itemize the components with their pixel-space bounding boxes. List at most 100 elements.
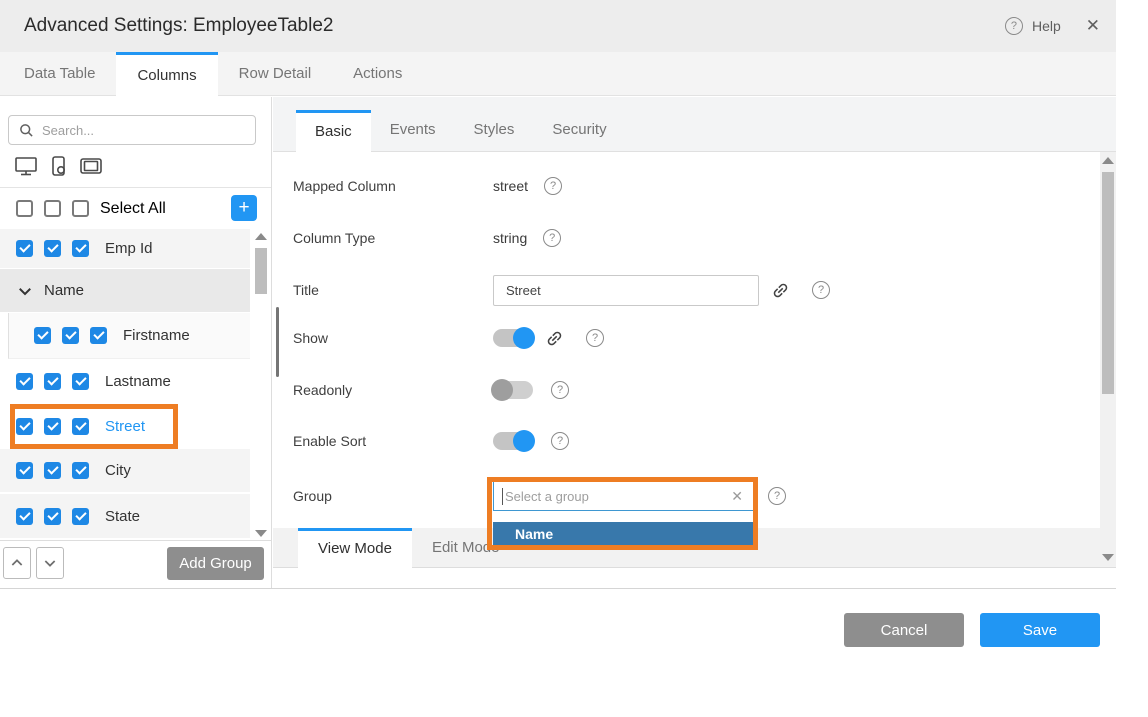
scroll-down-arrow[interactable] — [255, 530, 267, 537]
checkbox-tablet[interactable] — [72, 240, 89, 257]
tablet-icon[interactable] — [79, 156, 103, 176]
field-label: Show — [273, 330, 493, 346]
checkbox-desktop[interactable] — [34, 327, 51, 344]
column-row-firstname[interactable]: Firstname — [8, 313, 250, 359]
checkbox-mobile[interactable] — [44, 373, 61, 390]
tab-events[interactable]: Events — [371, 109, 455, 151]
mobile-icon[interactable] — [50, 155, 67, 177]
toggle-knob — [513, 430, 535, 452]
link-icon[interactable] — [545, 329, 564, 348]
enable-sort-toggle[interactable] — [493, 432, 533, 450]
checkbox-mobile[interactable] — [44, 508, 61, 525]
group-placeholder: Select a group — [505, 489, 589, 504]
checkbox-mobile[interactable] — [44, 462, 61, 479]
scrollbar-thumb[interactable] — [255, 248, 267, 294]
select-all-checkbox-tablet[interactable] — [72, 200, 89, 217]
field-label: Mapped Column — [273, 178, 493, 194]
move-down-button[interactable] — [36, 547, 64, 579]
select-all-checkbox-mobile[interactable] — [44, 200, 61, 217]
column-list: Emp Id Name Firstname — [0, 229, 250, 538]
help-icon[interactable]: ? — [768, 487, 786, 505]
checkbox-tablet[interactable] — [90, 327, 107, 344]
column-label: Street — [105, 418, 145, 435]
help-icon[interactable]: ? — [544, 177, 562, 195]
checkbox-mobile[interactable] — [44, 418, 61, 435]
columns-sidebar: Select All + Emp Id Name — [0, 97, 272, 588]
tab-row-detail[interactable]: Row Detail — [218, 52, 333, 96]
help-icon[interactable]: ? — [586, 329, 604, 347]
help-icon[interactable]: ? — [812, 281, 830, 299]
panel-drag-handle[interactable] — [276, 307, 279, 377]
column-type-value: string — [493, 230, 527, 246]
tab-data-table[interactable]: Data Table — [3, 52, 116, 96]
column-settings-panel: Basic Events Styles Security Mapped Colu… — [273, 97, 1116, 588]
field-label: Readonly — [273, 382, 493, 398]
clear-icon[interactable]: ✕ — [731, 488, 743, 505]
tab-actions[interactable]: Actions — [332, 52, 423, 96]
save-button[interactable]: Save — [980, 613, 1100, 647]
text-caret — [502, 488, 503, 505]
checkbox-desktop[interactable] — [16, 373, 33, 390]
help-icon[interactable]: ? — [1005, 17, 1023, 35]
checkbox-desktop[interactable] — [16, 508, 33, 525]
column-label: Firstname — [123, 327, 190, 344]
checkbox-desktop[interactable] — [16, 240, 33, 257]
sidebar-footer: Add Group — [0, 540, 271, 588]
group-option-name[interactable]: Name — [493, 522, 754, 546]
scrollbar-thumb[interactable] — [1102, 172, 1114, 394]
search-box[interactable] — [8, 115, 256, 145]
help-icon[interactable]: ? — [543, 229, 561, 247]
help-icon[interactable]: ? — [551, 432, 569, 450]
link-icon[interactable] — [771, 281, 790, 300]
add-group-button[interactable]: Add Group — [167, 547, 264, 580]
field-enable-sort: Enable Sort ? — [273, 425, 569, 457]
scroll-up-arrow[interactable] — [255, 233, 267, 240]
show-toggle[interactable] — [493, 329, 533, 347]
title-input[interactable] — [493, 275, 759, 306]
tab-columns[interactable]: Columns — [116, 52, 217, 96]
field-label: Column Type — [273, 230, 493, 246]
column-row-state[interactable]: State — [0, 494, 250, 538]
column-label: State — [105, 508, 140, 525]
chevron-down-icon[interactable] — [16, 282, 34, 300]
tab-view-mode[interactable]: View Mode — [298, 528, 412, 568]
device-toggle-row — [14, 155, 103, 177]
close-icon[interactable]: ✕ — [1086, 16, 1100, 36]
checkbox-tablet[interactable] — [72, 373, 89, 390]
field-readonly: Readonly ? — [273, 374, 569, 406]
scroll-up-arrow[interactable] — [1102, 157, 1114, 164]
checkbox-desktop[interactable] — [16, 462, 33, 479]
readonly-toggle[interactable] — [493, 381, 533, 399]
column-row-lastname[interactable]: Lastname — [0, 359, 250, 404]
column-label: Emp Id — [105, 240, 153, 257]
tab-security[interactable]: Security — [533, 109, 625, 151]
checkbox-mobile[interactable] — [62, 327, 79, 344]
checkbox-tablet[interactable] — [72, 508, 89, 525]
column-row-emp-id[interactable]: Emp Id — [0, 229, 250, 269]
checkbox-tablet[interactable] — [72, 462, 89, 479]
checkbox-desktop[interactable] — [16, 418, 33, 435]
mapped-column-value: street — [493, 178, 528, 194]
panel-scrollbar[interactable] — [1100, 152, 1116, 566]
desktop-icon[interactable] — [14, 155, 38, 177]
help-icon[interactable]: ? — [551, 381, 569, 399]
add-column-button[interactable]: + — [231, 195, 257, 221]
checkbox-mobile[interactable] — [44, 240, 61, 257]
column-row-city[interactable]: City — [0, 449, 250, 494]
column-row-street[interactable]: Street — [0, 404, 250, 449]
field-mapped-column: Mapped Column street ? — [273, 170, 562, 202]
tab-styles[interactable]: Styles — [455, 109, 534, 151]
cancel-button[interactable]: Cancel — [844, 613, 964, 647]
tab-basic[interactable]: Basic — [296, 110, 371, 152]
move-up-button[interactable] — [3, 547, 31, 579]
help-button[interactable]: Help — [1032, 18, 1061, 34]
column-group-name[interactable]: Name — [0, 269, 250, 313]
dialog-header: Advanced Settings: EmployeeTable2 ? Help… — [0, 0, 1116, 52]
search-input[interactable] — [42, 123, 222, 138]
scroll-down-arrow[interactable] — [1102, 554, 1114, 561]
sidebar-scrollbar[interactable] — [253, 231, 269, 537]
group-select-input[interactable]: Select a group ✕ — [493, 481, 754, 511]
advanced-settings-dialog: Advanced Settings: EmployeeTable2 ? Help… — [0, 0, 1116, 589]
checkbox-tablet[interactable] — [72, 418, 89, 435]
select-all-checkbox-desktop[interactable] — [16, 200, 33, 217]
